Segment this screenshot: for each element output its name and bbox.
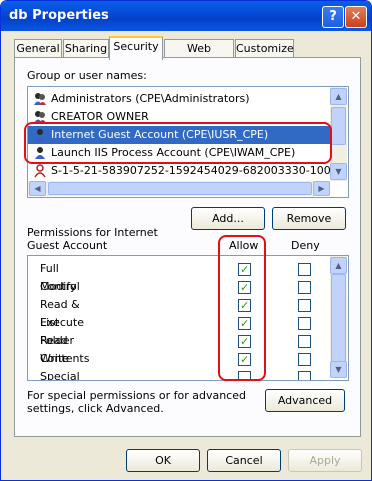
add-button[interactable]: Add...: [191, 207, 265, 230]
properties-window: db Properties ? ✕ General Sharing Securi…: [0, 0, 372, 481]
scroll-thumb[interactable]: [331, 107, 346, 145]
group-names-label: Group or user names:: [27, 69, 147, 82]
scroll-thumb[interactable]: [48, 182, 312, 195]
users-group-icon: [34, 93, 46, 105]
ok-button[interactable]: OK: [126, 449, 200, 472]
list-item[interactable]: S-1-5-21-583907252-1592454029-682003330-…: [28, 162, 338, 180]
apply-button[interactable]: Apply: [288, 449, 362, 472]
permissions-list: Full Control Modify Read & Execute List …: [27, 255, 349, 381]
deny-checkbox[interactable]: [298, 335, 311, 348]
scroll-right-icon[interactable]: ▶: [313, 181, 330, 196]
permission-label: Special Permissions: [40, 370, 80, 381]
permissions-label: Permissions for Internet Guest Account: [27, 226, 158, 252]
scroll-down-icon[interactable]: ▼: [330, 163, 347, 180]
advanced-hint: For special permissions or for advanced …: [27, 389, 246, 415]
scroll-thumb[interactable]: [331, 274, 346, 362]
scroll-left-icon[interactable]: ◀: [29, 181, 46, 196]
window-title: db Properties: [9, 8, 109, 23]
cancel-button[interactable]: Cancel: [207, 449, 281, 472]
tab-customize[interactable]: Customize: [235, 39, 294, 58]
tab-security[interactable]: Security: [109, 36, 163, 60]
tab-sharing[interactable]: Sharing: [63, 39, 109, 58]
scroll-up-icon[interactable]: ▲: [330, 88, 347, 105]
list-item[interactable]: Administrators (CPE\Administrators): [28, 90, 328, 108]
permission-label: Read: [40, 334, 68, 347]
unknown-user-icon: [34, 164, 46, 178]
permissions-vscrollbar[interactable]: ▲ ▼: [330, 256, 347, 378]
deny-checkbox[interactable]: [298, 371, 311, 380]
remove-button[interactable]: Remove: [272, 207, 346, 230]
permission-label: Write: [40, 352, 70, 365]
title-bar: db Properties ? ✕: [1, 1, 371, 31]
scroll-down-icon[interactable]: ▼: [330, 361, 347, 378]
tab-general[interactable]: General: [14, 39, 62, 58]
highlight-box-users: [24, 122, 332, 164]
deny-header: Deny: [291, 239, 320, 252]
deny-checkbox[interactable]: [298, 353, 311, 366]
deny-checkbox[interactable]: [298, 263, 311, 276]
permission-label: Modify: [40, 280, 77, 293]
user-list-hscrollbar[interactable]: ◀ ▶: [28, 181, 330, 196]
list-item-label: S-1-5-21-583907252-1592454029-682003330-…: [51, 164, 338, 177]
tab-web-sharing[interactable]: Web Sharing: [164, 39, 234, 73]
advanced-button[interactable]: Advanced: [265, 389, 345, 412]
list-item-label: Administrators (CPE\Administrators): [51, 92, 250, 105]
deny-checkbox[interactable]: [298, 317, 311, 330]
highlight-box-allow: [218, 235, 266, 381]
help-button[interactable]: ?: [322, 6, 344, 28]
scroll-up-icon[interactable]: ▲: [330, 257, 347, 274]
deny-checkbox[interactable]: [298, 281, 311, 294]
deny-checkbox[interactable]: [298, 299, 311, 312]
user-list-vscrollbar[interactable]: ▲ ▼: [330, 87, 347, 181]
close-button[interactable]: ✕: [345, 6, 367, 28]
